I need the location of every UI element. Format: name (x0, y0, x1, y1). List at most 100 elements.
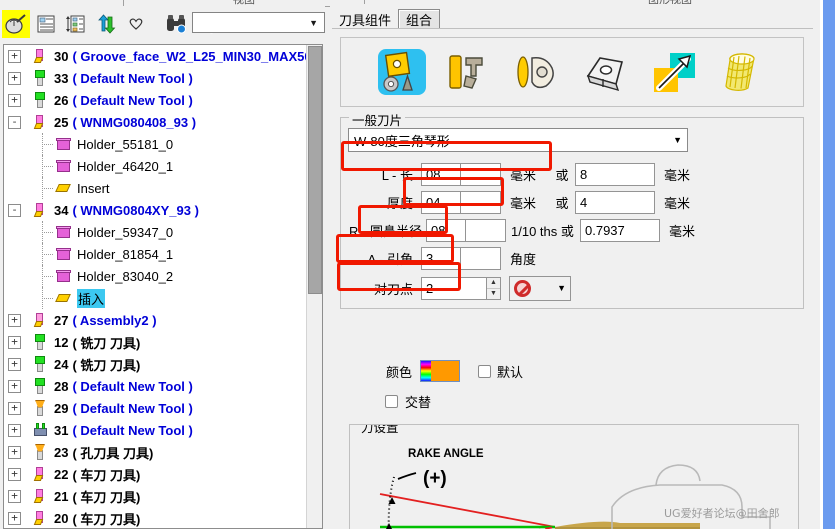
tree-item-number: 26 (54, 92, 69, 108)
input-lead-angle-extra[interactable] (461, 246, 501, 270)
input-length[interactable]: 08 (421, 162, 461, 186)
panel-tabs: 刀具组件 组合 (332, 8, 441, 30)
insert-type-combo[interactable]: W-80度三角琴形 ▼ (348, 128, 688, 152)
input-thickness-alt[interactable]: 4 (575, 190, 655, 214)
tree-expander[interactable]: + (8, 511, 21, 525)
input-thickness-extra[interactable] (461, 190, 501, 214)
tree-expander[interactable]: + (8, 313, 21, 327)
tree-item-number: 25 (54, 114, 69, 130)
insert-clamp-icon[interactable] (510, 46, 566, 98)
tree-item-number: 28 (54, 378, 69, 394)
tree-item-34[interactable]: - 34( WNMG0804XY_93 ) (4, 199, 307, 221)
arrows-up-down-tool-button[interactable] (92, 10, 120, 38)
tree-item-27[interactable]: +27( Assembly2 ) (4, 309, 307, 331)
tree-item-holder_83040_2[interactable]: Holder_83040_2 (4, 265, 307, 287)
tree-expander[interactable]: + (8, 357, 21, 371)
tree-item-31[interactable]: +31( Default New Tool ) (4, 419, 307, 441)
input-nose-radius-alt[interactable]: 0.7937 (580, 218, 660, 242)
tree-item-insert[interactable]: Insert (4, 177, 307, 199)
tree-item-number: 24 (54, 356, 69, 372)
tree-item-24[interactable]: +24( 铣刀 刀具) (4, 353, 307, 375)
tree-expander[interactable]: + (8, 489, 21, 503)
current-color-swatch (431, 361, 459, 381)
tree-expander[interactable]: + (8, 335, 21, 349)
milling-tool-icon (32, 333, 49, 351)
tree-expander[interactable]: + (8, 379, 21, 393)
tree-item-21[interactable]: +21( 车刀 刀具) (4, 485, 307, 507)
library-search-combo[interactable]: ▼ (192, 12, 325, 33)
binoculars-tool-button[interactable] (162, 10, 190, 38)
list-properties-tool-button[interactable] (32, 10, 60, 38)
tree-item-holder_81854_1[interactable]: Holder_81854_1 (4, 243, 307, 265)
tree-expander[interactable]: - (8, 203, 21, 217)
heart-tool-button[interactable] (122, 10, 150, 38)
tab-content: 一般刀片 W-80度三角琴形 ▼ L - 长 08 毫米 或 8 毫米 厚度 0… (332, 28, 813, 529)
tree-expander[interactable]: + (8, 71, 21, 85)
color-default-checkbox[interactable] (478, 364, 491, 378)
input-thickness[interactable]: 04 (421, 190, 461, 214)
tree-expander[interactable]: + (8, 401, 21, 415)
input-lead-angle[interactable]: 3 (421, 246, 461, 270)
tree-item-holder_59347_0[interactable]: Holder_59347_0 (4, 221, 307, 243)
tool-tree-rows: +30( Groove_face_W2_L25_MIN30_MAX50 ) +33… (4, 45, 307, 528)
tree-branch-line (38, 221, 55, 243)
tree-expander[interactable]: + (8, 49, 21, 63)
tool-point-spinner[interactable]: ▲ ▼ (487, 276, 501, 300)
tree-expander[interactable]: + (8, 423, 21, 437)
tree-item-29[interactable]: +29( Default New Tool ) (4, 397, 307, 419)
mesh-cylinder-icon[interactable] (714, 46, 770, 98)
tree-item-26[interactable]: +26( Default New Tool ) (4, 89, 307, 111)
forum-watermark: UG爱好者论坛@田舍郎 (664, 507, 780, 520)
input-tool-point[interactable]: 2 (421, 276, 487, 300)
tree-item-28[interactable]: +28( Default New Tool ) (4, 375, 307, 397)
tree-item-33[interactable]: +33( Default New Tool ) (4, 67, 307, 89)
tree-branch-line (38, 287, 55, 309)
input-length-extra[interactable] (461, 162, 501, 186)
holder-shapes-icon[interactable] (442, 46, 498, 98)
list-sort-tool-button[interactable] (62, 10, 90, 38)
milling-tool-icon (32, 91, 49, 109)
input-nose-radius-extra[interactable] (466, 218, 506, 242)
input-length-alt[interactable]: 8 (575, 162, 655, 186)
input-nose-radius[interactable]: 08 (426, 218, 466, 242)
tree-item-number: 22 (54, 466, 69, 482)
unit-length: 毫米 (510, 167, 537, 183)
label-color-default: 默认 (497, 364, 524, 380)
tree-item-22[interactable]: +22( 车刀 刀具) (4, 463, 307, 485)
tree-scroll-thumb[interactable] (308, 46, 322, 294)
tree-expander[interactable]: - (8, 115, 21, 129)
turning-tool-icon (32, 466, 49, 483)
unit-nose-radius-alt: 毫米 (669, 223, 696, 239)
insert-icon (55, 290, 72, 307)
tool-tree[interactable]: +30( Groove_face_W2_L25_MIN30_MAX50 ) +33… (3, 44, 323, 529)
tree-item-30[interactable]: +30( Groove_face_W2_L25_MIN30_MAX50 ) (4, 45, 307, 67)
tree-expander[interactable]: + (8, 93, 21, 107)
tool-library-panel: ▼ +30( Groove_face_W2_L25_MIN30_MAX50 ) +… (0, 6, 325, 529)
tree-item-holder_46420_1[interactable]: Holder_46420_1 (4, 155, 307, 177)
tree-item-holder_55181_0[interactable]: Holder_55181_0 (4, 133, 307, 155)
color-swatch-button[interactable] (420, 360, 460, 382)
tree-expander[interactable]: + (8, 445, 21, 459)
tab-assembly[interactable]: 组合 (398, 9, 441, 30)
tree-item-25[interactable]: - 25( WNMG080408_93 ) (4, 111, 307, 133)
tree-branch-line (38, 133, 55, 155)
mouse-select-tool-button[interactable] (2, 10, 30, 38)
tree-item-12[interactable]: +12( 铣刀 刀具) (4, 331, 307, 353)
orientation-arrow-icon[interactable] (646, 46, 702, 98)
tree-item-number: 21 (54, 488, 69, 504)
shim-plate-icon[interactable] (578, 46, 634, 98)
spinner-down-icon[interactable]: ▼ (487, 289, 500, 299)
unit-lead-angle: 角度 (510, 251, 537, 267)
tree-item-label: ( Default New Tool ) (72, 70, 193, 86)
tab-tool-components[interactable]: 刀具组件 (332, 9, 399, 30)
tree-expander[interactable]: + (8, 467, 21, 481)
tree-item-row11[interactable]: 插入 (4, 287, 307, 309)
tool-definition-panel: 刀具组件 组合 一般刀片 W-80度三角琴形 ▼ L - 长 08 毫米 或 8… (330, 4, 835, 529)
tree-item-20[interactable]: +20( 车刀 刀具) (4, 507, 307, 528)
tree-item-23[interactable]: +23( 孔刀具 刀具) (4, 441, 307, 463)
insert-shapes-icon[interactable] (374, 46, 430, 98)
tree-vertical-scrollbar[interactable] (306, 45, 322, 528)
alternate-checkbox[interactable] (385, 394, 398, 408)
tool-point-shape-dropdown[interactable]: ▼ (509, 275, 571, 301)
spinner-up-icon[interactable]: ▲ (487, 278, 500, 289)
